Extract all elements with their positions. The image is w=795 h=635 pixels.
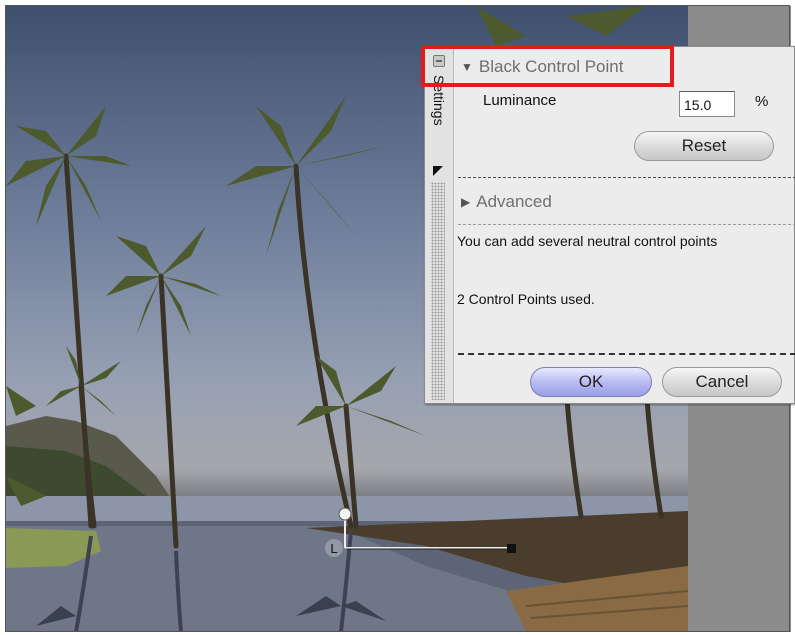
ok-button[interactable]: OK <box>530 367 652 397</box>
divider <box>458 177 795 178</box>
resize-grip[interactable] <box>431 182 445 400</box>
luminance-input[interactable]: 15.0 <box>679 91 735 117</box>
collapse-arrow-icon[interactable] <box>432 165 444 177</box>
advanced-header[interactable]: ▶ Advanced <box>461 192 552 212</box>
luminance-unit: % <box>755 93 769 110</box>
divider <box>458 353 795 355</box>
settings-side-tab[interactable]: Settings <box>425 47 454 403</box>
reset-button[interactable]: Reset <box>634 131 774 161</box>
collapsed-triangle-icon: ▶ <box>461 195 471 209</box>
settings-tab-label[interactable]: Settings <box>429 75 449 165</box>
settings-panel: Settings ▼ Black Control Point Luminance … <box>424 46 795 404</box>
divider <box>458 224 795 225</box>
cancel-button[interactable]: Cancel <box>662 367 782 397</box>
advanced-title: Advanced <box>476 192 552 211</box>
luminance-label: Luminance <box>483 92 557 109</box>
info-text: You can add several neutral control poin… <box>457 233 718 249</box>
highlight-box <box>421 45 674 87</box>
control-points-count: 2 Control Points used. <box>457 291 595 307</box>
